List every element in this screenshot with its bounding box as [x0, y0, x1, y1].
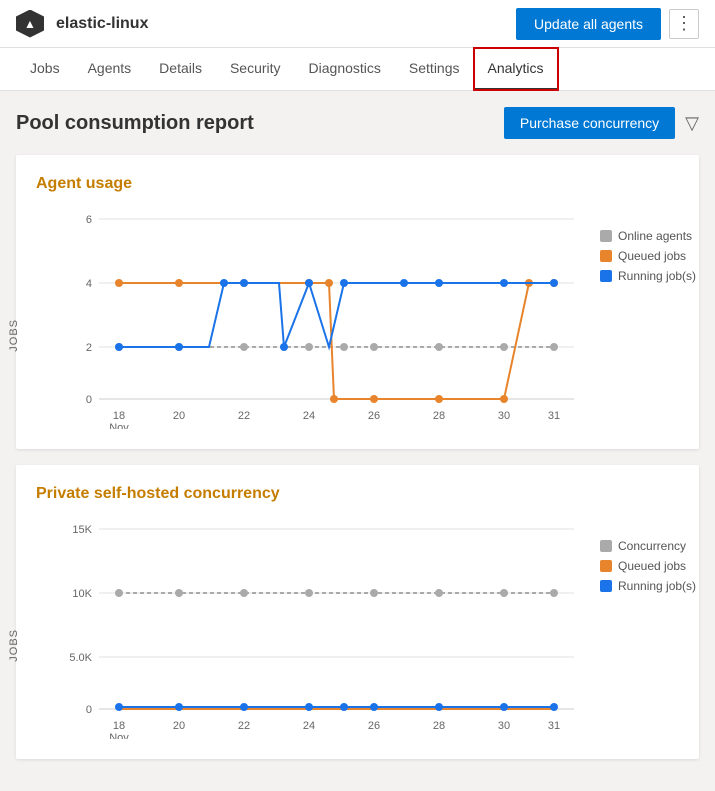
- agent-usage-title: Agent usage: [36, 175, 679, 193]
- legend-dot-queued-c: [600, 560, 612, 572]
- legend-label-queued-c: Queued jobs: [618, 559, 686, 573]
- svg-text:20: 20: [173, 720, 185, 732]
- legend-concurrency: Concurrency: [600, 539, 710, 553]
- nav-settings[interactable]: Settings: [395, 48, 474, 90]
- agent-usage-card: Agent usage JOBS 6 4 2 0: [16, 155, 699, 449]
- svg-text:31: 31: [548, 720, 560, 732]
- legend-label-concurrency: Concurrency: [618, 539, 686, 553]
- update-all-agents-button[interactable]: Update all agents: [516, 8, 661, 40]
- svg-text:24: 24: [303, 410, 315, 422]
- svg-text:28: 28: [433, 410, 445, 422]
- filter-icon[interactable]: ▽: [685, 113, 699, 134]
- main-nav: Jobs Agents Details Security Diagnostics…: [0, 48, 715, 91]
- legend-concurrency-queued: Queued jobs: [600, 559, 710, 573]
- legend-running-jobs: Running job(s): [600, 269, 710, 283]
- svg-text:30: 30: [498, 720, 510, 732]
- svg-text:26: 26: [368, 410, 380, 422]
- concurrency-title: Private self-hosted concurrency: [36, 485, 679, 503]
- svg-text:30: 30: [498, 410, 510, 422]
- legend-dot-blue: [600, 270, 612, 282]
- svg-text:4: 4: [86, 278, 92, 290]
- legend-label-running: Running job(s): [618, 269, 696, 283]
- legend-dot-running-c: [600, 580, 612, 592]
- concurrency-card: Private self-hosted concurrency JOBS 15K…: [16, 465, 699, 759]
- nav-agents[interactable]: Agents: [74, 48, 146, 90]
- svg-text:5.0K: 5.0K: [69, 652, 92, 664]
- legend-dot-orange: [600, 250, 612, 262]
- svg-text:0: 0: [86, 704, 92, 716]
- app-header: ▲ elastic-linux Update all agents ⋮: [0, 0, 715, 48]
- legend-online-agents: Online agents: [600, 229, 710, 243]
- agent-usage-y-label: JOBS: [8, 319, 20, 352]
- concurrency-legend: Concurrency Queued jobs Running job(s): [600, 519, 710, 739]
- section-header: Pool consumption report Purchase concurr…: [16, 107, 699, 139]
- nav-security[interactable]: Security: [216, 48, 295, 90]
- legend-label-queued: Queued jobs: [618, 249, 686, 263]
- svg-text:18: 18: [113, 720, 125, 732]
- legend-concurrency-running: Running job(s): [600, 579, 710, 593]
- purchase-concurrency-button[interactable]: Purchase concurrency: [504, 107, 675, 139]
- agent-usage-chart-container: JOBS 6 4 2 0 18 Nov: [36, 209, 679, 429]
- svg-text:24: 24: [303, 720, 315, 732]
- svg-text:28: 28: [433, 720, 445, 732]
- nav-analytics[interactable]: Analytics: [474, 48, 558, 90]
- app-logo: ▲: [16, 10, 44, 38]
- page-content: Pool consumption report Purchase concurr…: [0, 91, 715, 791]
- svg-text:6: 6: [86, 214, 92, 226]
- svg-text:0: 0: [86, 394, 92, 406]
- svg-text:Nov: Nov: [109, 732, 129, 739]
- agent-usage-legend: Online agents Queued jobs Running job(s): [600, 209, 710, 429]
- legend-label-running-c: Running job(s): [618, 579, 696, 593]
- header-actions: Purchase concurrency ▽: [504, 107, 699, 139]
- legend-dot-concurrency: [600, 540, 612, 552]
- more-options-button[interactable]: ⋮: [669, 9, 699, 39]
- concurrency-chart: 15K 10K 5.0K 0 18 Nov 20 22 24 26 28 30 …: [64, 519, 584, 739]
- nav-diagnostics[interactable]: Diagnostics: [295, 48, 395, 90]
- svg-text:22: 22: [238, 410, 250, 422]
- svg-text:22: 22: [238, 720, 250, 732]
- page-title: Pool consumption report: [16, 112, 254, 135]
- nav-details[interactable]: Details: [145, 48, 216, 90]
- svg-text:15K: 15K: [72, 524, 92, 536]
- nav-jobs[interactable]: Jobs: [16, 48, 74, 90]
- app-title: elastic-linux: [56, 15, 516, 33]
- concurrency-y-label: JOBS: [8, 629, 20, 662]
- svg-text:31: 31: [548, 410, 560, 422]
- svg-text:Nov: Nov: [109, 422, 129, 429]
- legend-dot-gray: [600, 230, 612, 242]
- legend-label-online: Online agents: [618, 229, 692, 243]
- legend-queued-jobs: Queued jobs: [600, 249, 710, 263]
- svg-text:18: 18: [113, 410, 125, 422]
- svg-text:26: 26: [368, 720, 380, 732]
- svg-text:10K: 10K: [72, 588, 92, 600]
- svg-text:20: 20: [173, 410, 185, 422]
- agent-usage-chart: 6 4 2 0 18 Nov 20 22 24 26 28 30 31: [64, 209, 584, 429]
- svg-text:2: 2: [86, 342, 92, 354]
- concurrency-chart-container: JOBS 15K 10K 5.0K 0 18 Nov 20: [36, 519, 679, 739]
